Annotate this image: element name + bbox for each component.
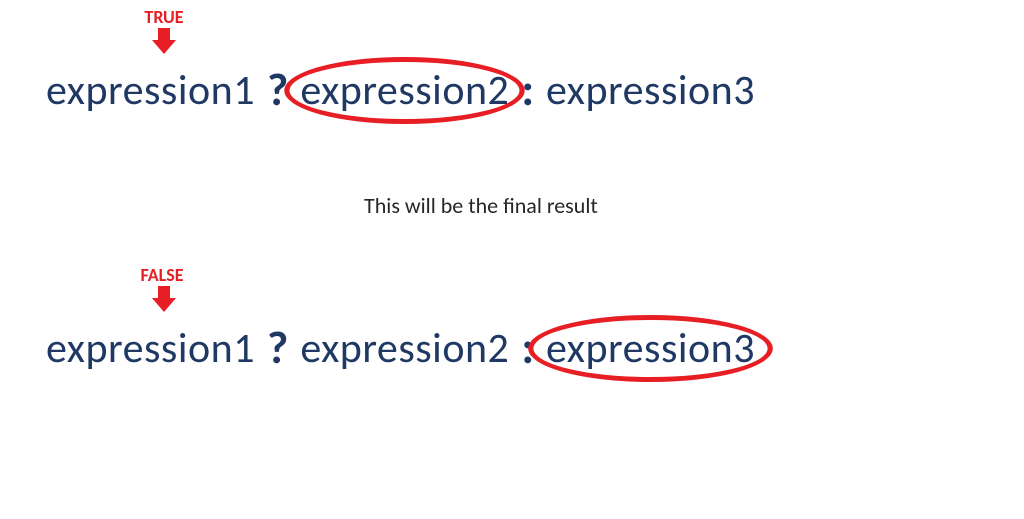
colon-operator: :: [509, 320, 546, 376]
arrow-down-icon: [152, 28, 176, 54]
expression2-token: expression2: [300, 65, 509, 116]
arrow-down-icon: [152, 286, 176, 312]
expression2-highlight: expression2: [300, 65, 509, 116]
ternary-true-case: expression1 ? expression2 : expression3 …: [46, 62, 978, 118]
question-operator: ?: [255, 62, 300, 118]
expression1-token: expression1: [46, 65, 255, 116]
expression3-token: expression3: [546, 65, 755, 116]
false-badge: FALSE: [122, 264, 202, 286]
expression2-token: expression2: [300, 323, 509, 374]
ternary-false-case: expression1 ? expression2 : expression3 …: [46, 320, 978, 376]
question-operator: ?: [255, 320, 300, 376]
expression1-token: expression1: [46, 323, 255, 374]
true-caption: This will be the final result: [364, 192, 598, 219]
colon-operator: :: [509, 62, 546, 118]
expression3-highlight: expression3: [546, 323, 755, 374]
true-badge: TRUE: [124, 6, 204, 28]
expression3-token: expression3: [546, 323, 755, 374]
